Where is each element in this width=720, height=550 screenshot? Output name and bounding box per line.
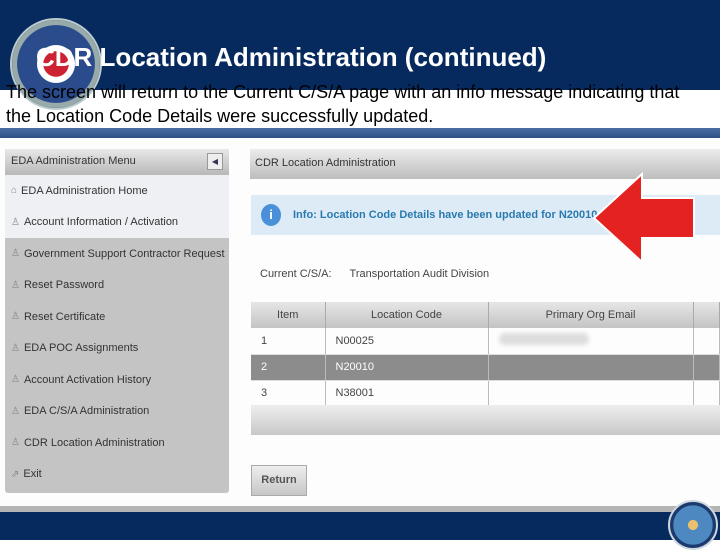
col-item[interactable]: Item (251, 302, 326, 328)
col-primary-org-email[interactable]: Primary Org Email (488, 302, 694, 328)
menu-header-label: EDA Administration Menu (11, 155, 136, 167)
menu-item-label: EDA POC Assignments (23, 342, 139, 355)
menu-item-poc-assignments[interactable]: ♙ EDA POC Assignments (5, 333, 229, 365)
slide-description: The screen will return to the Current C/… (6, 82, 680, 126)
menu-item-csa-admin[interactable]: ♙ EDA C/S/A Administration (5, 396, 229, 428)
return-button[interactable]: Return (251, 465, 307, 496)
menu-item-home[interactable]: ⌂ EDA Administration Home (5, 175, 229, 207)
collapse-menu-button[interactable]: ◀ (207, 153, 223, 170)
user-icon: ♙ (11, 342, 20, 354)
user-icon: ♙ (11, 374, 20, 386)
user-icon: ♙ (11, 311, 20, 323)
col-location-code[interactable]: Location Code (325, 302, 489, 328)
home-icon: ⌂ (11, 185, 18, 197)
table-pager (251, 405, 720, 435)
menu-item-label: EDA C/S/A Administration (23, 405, 150, 418)
slide-footer (0, 512, 720, 540)
cell-location-code: N38001 (325, 380, 489, 407)
cell-location-code: N00025 (325, 328, 489, 355)
csa-value: Transportation Audit Division (349, 268, 490, 280)
menu-item-label: Government Support Contractor Request (23, 247, 225, 260)
dod-seal-logo (668, 500, 718, 550)
cell-item: 3 (251, 380, 326, 407)
table-row-selected[interactable]: 2 N20010 (251, 354, 720, 381)
menu-item-cdr-location-admin[interactable]: ♙ CDR Location Administration (5, 427, 229, 459)
menu-item-gsc-request[interactable]: ♙ Government Support Contractor Request (5, 238, 229, 270)
table-row[interactable]: 1 N00025 (251, 328, 720, 355)
menu-item-exit[interactable]: ⇗ Exit (5, 459, 229, 491)
user-icon: ♙ (11, 216, 20, 228)
location-table: Item Location Code Primary Org Email 1 N000… (251, 302, 720, 407)
menu-item-account-info[interactable]: ♙ Account Information / Activation (5, 206, 229, 238)
menu-item-label: Account Information / Activation (23, 216, 179, 229)
menu-item-label: Account Activation History (23, 373, 152, 386)
cell-email-redacted (488, 328, 694, 355)
menu-item-reset-certificate[interactable]: ♙ Reset Certificate (5, 301, 229, 333)
menu-item-label: EDA Administration Home (21, 184, 148, 197)
menu-item-label: CDR Location Administration (23, 436, 165, 449)
menu-item-label: Reset Certificate (23, 310, 106, 323)
cell-email-redacted (488, 354, 694, 381)
col-extra (693, 302, 720, 328)
table-row[interactable]: 3 N38001 (251, 380, 720, 407)
exit-icon: ⇗ (11, 468, 20, 480)
menu-item-label: Reset Password (23, 279, 105, 292)
info-text: Info: Location Code Details have been up… (293, 209, 598, 221)
cell-item: 2 (251, 354, 326, 381)
red-arrow-callout (592, 172, 695, 264)
user-icon: ♙ (11, 437, 20, 449)
user-icon: ♙ (11, 279, 20, 291)
admin-menu: EDA Administration Menu ◀ ⌂ EDA Administra… (5, 149, 229, 493)
menu-header: EDA Administration Menu ◀ (5, 149, 229, 175)
user-icon: ♙ (11, 248, 20, 260)
menu-item-label: Exit (23, 468, 42, 481)
user-icon: ♙ (11, 405, 20, 417)
info-icon: i (261, 204, 281, 226)
cell-location-code: N20010 (325, 354, 489, 381)
slide-title: CDR Location Administration (continued) (36, 42, 547, 72)
cell-item: 1 (251, 328, 326, 355)
current-csa: Current C/S/A: Transportation Audit Divis… (260, 268, 489, 280)
csa-label: Current C/S/A: (260, 268, 332, 280)
menu-item-reset-password[interactable]: ♙ Reset Password (5, 270, 229, 302)
divider-band (0, 128, 720, 138)
menu-item-activation-history[interactable]: ♙ Account Activation History (5, 364, 229, 396)
